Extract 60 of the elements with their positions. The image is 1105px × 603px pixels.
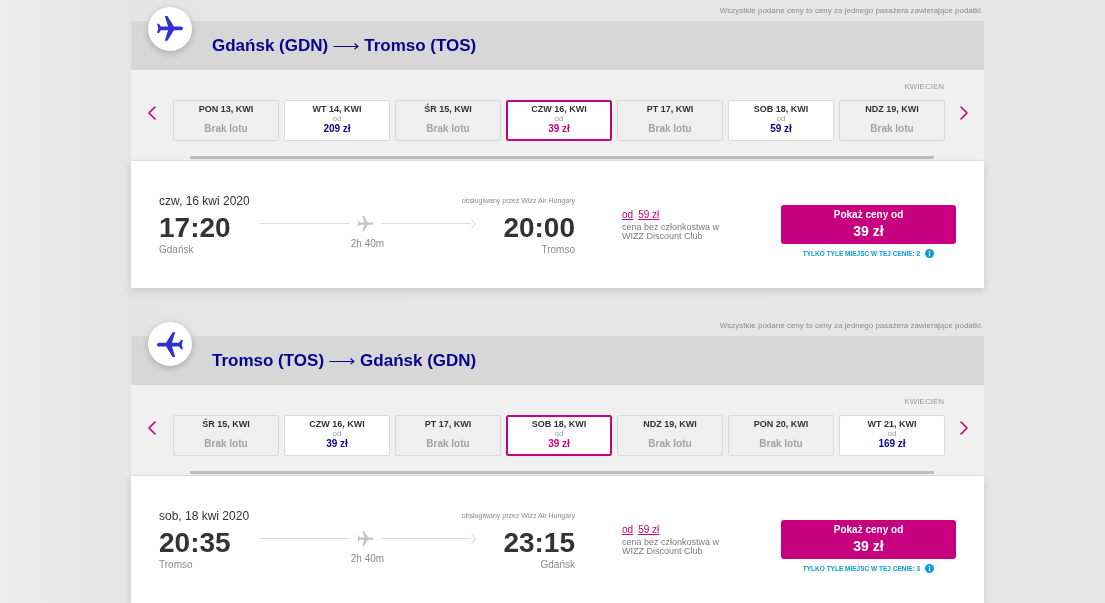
date-tab[interactable]: PON 13, KWI Brak lotu	[173, 100, 279, 141]
month-label: KWIECIEN	[904, 397, 944, 407]
long-arrow-icon	[329, 356, 356, 365]
flight-date: czw, 16 kwi 2020	[159, 193, 250, 208]
chevron-left-icon	[148, 421, 156, 435]
departure-city: Gdańsk	[159, 243, 194, 256]
date-tab[interactable]: ŚR 15, KWI Brak lotu	[173, 415, 279, 456]
flight-duration: 2h 40m	[350, 552, 385, 565]
date-tab[interactable]: NDZ 19, KWI Brak lotu	[617, 415, 723, 456]
member-price-link[interactable]: 59 zł	[638, 208, 660, 221]
date-tab[interactable]: PT 17, KWI Brak lotu	[395, 415, 501, 456]
chevron-right-icon	[960, 106, 968, 120]
arrowhead-icon	[471, 533, 477, 544]
date-tab[interactable]: ŚR 15, KWI Brak lotu	[395, 100, 501, 141]
info-icon[interactable]	[925, 564, 935, 573]
membership-note: cena bez członkostwa w WIZZ Discount Club	[622, 537, 721, 556]
arrival-time: 20:00	[503, 213, 575, 242]
flight-date: sob, 18 kwi 2020	[159, 508, 250, 523]
date-tab[interactable]: CZW 16, KWI od 39 zł	[284, 415, 390, 456]
next-dates-button[interactable]	[960, 421, 968, 435]
date-tab[interactable]: PON 20, KWI Brak lotu	[728, 415, 834, 456]
chevron-left-icon	[148, 106, 156, 120]
departure-city: Tromso	[159, 558, 193, 571]
date-tab[interactable]: SOB 18, KWI od 39 zł	[506, 415, 612, 456]
arrival-city: Gdańsk	[540, 558, 575, 571]
arrowhead-icon	[471, 218, 477, 229]
member-price-link[interactable]: 59 zł	[638, 523, 660, 536]
price-notice: Wszystkie podane ceny to ceny za jednego pasażera zawierające podatki.	[719, 5, 983, 16]
price-notice: Wszystkie podane ceny to ceny za jednego pasażera zawierające podatki.	[719, 320, 983, 331]
show-prices-button[interactable]: Pokaż ceny od 39 zł	[781, 519, 956, 559]
member-from-link[interactable]: od	[622, 208, 634, 221]
airplane-icon	[148, 322, 192, 366]
member-from-link[interactable]: od	[622, 523, 634, 536]
membership-note: cena bez członkostwa w WIZZ Discount Club	[622, 222, 721, 241]
origin-title: Gdańsk (GDN)	[212, 35, 329, 56]
date-tab[interactable]: NDZ 19, KWI Brak lotu	[839, 100, 945, 141]
departure-time: 20:35	[159, 528, 231, 557]
show-prices-button[interactable]: Pokaż ceny od 39 zł	[781, 204, 956, 244]
destination-title: Tromso (TOS)	[364, 35, 477, 56]
arrival-time: 23:15	[503, 528, 575, 557]
chevron-right-icon	[960, 421, 968, 435]
origin-title: Tromso (TOS)	[212, 350, 325, 371]
flight-duration: 2h 40m	[350, 237, 385, 250]
arrival-city: Tromso	[541, 243, 575, 256]
airplane-icon	[148, 7, 192, 51]
next-dates-button[interactable]	[960, 106, 968, 120]
departure-time: 17:20	[159, 213, 231, 242]
month-label: KWIECIEN	[904, 82, 944, 92]
previous-dates-button[interactable]	[148, 106, 156, 120]
date-tab[interactable]: SOB 18, KWI od 59 zł	[728, 100, 834, 141]
date-tab[interactable]: WT 14, KWI od 209 zł	[284, 100, 390, 141]
destination-title: Gdańsk (GDN)	[360, 350, 477, 371]
long-arrow-icon	[333, 41, 360, 50]
previous-dates-button[interactable]	[148, 421, 156, 435]
airplane-icon	[356, 215, 374, 232]
date-tab[interactable]: WT 21, KWI od 169 zł	[839, 415, 945, 456]
info-icon[interactable]	[925, 249, 935, 258]
airplane-icon	[356, 530, 374, 547]
date-tab[interactable]: PT 17, KWI Brak lotu	[617, 100, 723, 141]
date-tab[interactable]: CZW 16, KWI od 39 zł	[506, 100, 612, 141]
